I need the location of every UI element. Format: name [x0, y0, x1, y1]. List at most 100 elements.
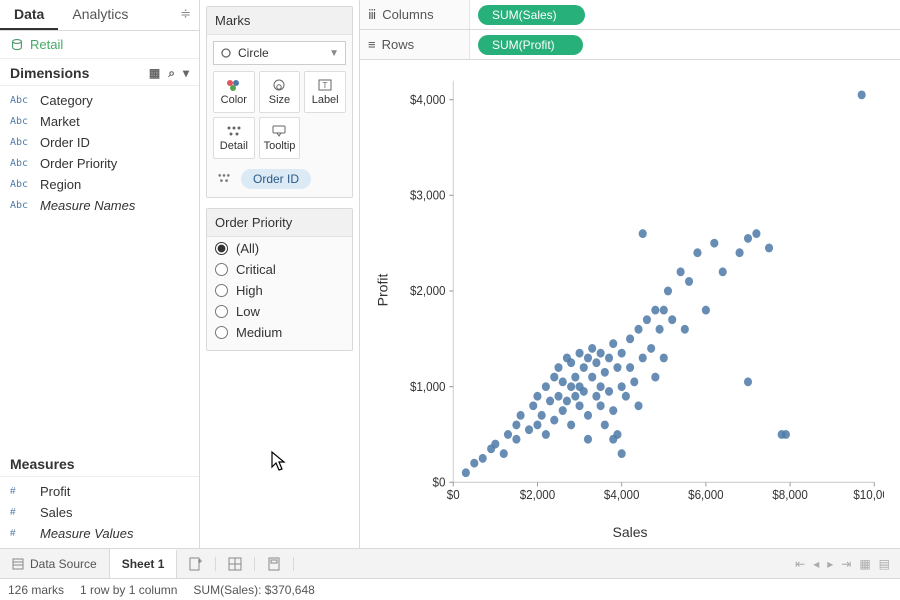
data-point[interactable]: [765, 244, 773, 253]
data-point[interactable]: [702, 306, 710, 315]
data-point[interactable]: [504, 430, 512, 439]
field-order-priority[interactable]: AbcOrder Priority: [0, 153, 199, 174]
data-point[interactable]: [588, 373, 596, 382]
field-profit[interactable]: #Profit: [0, 481, 199, 502]
field-measure-names[interactable]: AbcMeasure Names: [0, 195, 199, 216]
rows-shelf[interactable]: ≡ Rows SUM(Profit): [360, 30, 900, 60]
data-point[interactable]: [597, 382, 605, 391]
data-point[interactable]: [554, 363, 562, 372]
data-point[interactable]: [752, 229, 760, 238]
data-point[interactable]: [584, 354, 592, 363]
search-field-icon[interactable]: ⌕: [168, 66, 175, 81]
data-point[interactable]: [567, 358, 575, 367]
data-point[interactable]: [500, 449, 508, 458]
data-point[interactable]: [651, 373, 659, 382]
show-filmstrip-icon[interactable]: ▦: [859, 557, 870, 571]
data-point[interactable]: [626, 334, 634, 343]
data-point[interactable]: [597, 349, 605, 358]
data-point[interactable]: [533, 420, 541, 429]
data-point[interactable]: [559, 377, 567, 386]
data-point[interactable]: [575, 401, 583, 410]
new-worksheet-button[interactable]: [177, 557, 216, 571]
data-point[interactable]: [613, 430, 621, 439]
data-point[interactable]: [609, 339, 617, 348]
data-point[interactable]: [542, 430, 550, 439]
data-point[interactable]: [622, 392, 630, 401]
nav-prev-icon[interactable]: ◂: [813, 557, 819, 571]
data-point[interactable]: [744, 377, 752, 386]
data-point[interactable]: [597, 401, 605, 410]
data-point[interactable]: [609, 406, 617, 415]
data-point[interactable]: [584, 411, 592, 420]
columns-shelf[interactable]: ⅲ Columns SUM(Sales): [360, 0, 900, 30]
nav-first-icon[interactable]: ⇤: [795, 557, 805, 571]
chart-area[interactable]: Profit $0$1,000$2,000$3,000$4,000$0$2,00…: [360, 60, 900, 520]
data-point[interactable]: [744, 234, 752, 243]
marks-detail-shelf[interactable]: Order ID: [207, 165, 352, 197]
data-point[interactable]: [567, 420, 575, 429]
data-point[interactable]: [512, 420, 520, 429]
filter-option-high[interactable]: High: [215, 283, 344, 298]
data-point[interactable]: [462, 468, 470, 477]
data-point[interactable]: [660, 306, 668, 315]
filter-option-all[interactable]: (All): [215, 241, 344, 256]
show-sorter-icon[interactable]: ▤: [879, 557, 890, 571]
data-point[interactable]: [605, 387, 613, 396]
data-point[interactable]: [554, 392, 562, 401]
data-point[interactable]: [664, 287, 672, 296]
data-point[interactable]: [858, 90, 866, 99]
data-point[interactable]: [681, 325, 689, 334]
nav-next-icon[interactable]: ▸: [827, 557, 833, 571]
field-order-id[interactable]: AbcOrder ID: [0, 132, 199, 153]
data-point[interactable]: [626, 363, 634, 372]
data-point[interactable]: [559, 406, 567, 415]
data-point[interactable]: [651, 306, 659, 315]
nav-last-icon[interactable]: ⇥: [841, 557, 851, 571]
tooltip-button[interactable]: Tooltip: [259, 117, 301, 159]
filter-option-critical[interactable]: Critical: [215, 262, 344, 277]
data-point[interactable]: [618, 382, 626, 391]
field-region[interactable]: AbcRegion: [0, 174, 199, 195]
data-point[interactable]: [567, 382, 575, 391]
color-button[interactable]: Color: [213, 71, 255, 113]
data-source-tab[interactable]: Data Source: [0, 549, 110, 578]
tab-analytics[interactable]: Analytics: [58, 0, 142, 30]
detail-button[interactable]: Detail: [213, 117, 255, 159]
data-point[interactable]: [470, 459, 478, 468]
data-point[interactable]: [592, 358, 600, 367]
data-point[interactable]: [538, 411, 546, 420]
data-point[interactable]: [580, 363, 588, 372]
fields-menu-icon[interactable]: ▾: [183, 66, 189, 81]
columns-pill[interactable]: SUM(Sales): [478, 5, 585, 25]
data-point[interactable]: [491, 440, 499, 449]
data-point[interactable]: [546, 397, 554, 406]
field-market[interactable]: AbcMarket: [0, 111, 199, 132]
data-point[interactable]: [656, 325, 664, 334]
size-button[interactable]: Size: [259, 71, 301, 113]
data-point[interactable]: [782, 430, 790, 439]
data-point[interactable]: [542, 382, 550, 391]
data-point[interactable]: [693, 248, 701, 257]
data-point[interactable]: [580, 387, 588, 396]
data-point[interactable]: [736, 248, 744, 257]
data-point[interactable]: [710, 239, 718, 248]
data-point[interactable]: [634, 325, 642, 334]
data-point[interactable]: [601, 420, 609, 429]
field-sales[interactable]: #Sales: [0, 502, 199, 523]
datasource-row[interactable]: Retail: [0, 31, 199, 59]
data-point[interactable]: [571, 373, 579, 382]
mark-type-dropdown[interactable]: Circle ▼: [213, 41, 346, 65]
rows-pill[interactable]: SUM(Profit): [478, 35, 583, 55]
data-point[interactable]: [660, 354, 668, 363]
field-measure-values[interactable]: #Measure Values: [0, 523, 199, 544]
data-point[interactable]: [719, 267, 727, 276]
detail-pill[interactable]: Order ID: [241, 169, 311, 189]
new-dashboard-button[interactable]: [216, 557, 255, 571]
data-point[interactable]: [639, 229, 647, 238]
data-point[interactable]: [571, 392, 579, 401]
data-point[interactable]: [668, 315, 676, 324]
data-point[interactable]: [618, 449, 626, 458]
data-point[interactable]: [685, 277, 693, 286]
data-point[interactable]: [643, 315, 651, 324]
data-point[interactable]: [605, 354, 613, 363]
